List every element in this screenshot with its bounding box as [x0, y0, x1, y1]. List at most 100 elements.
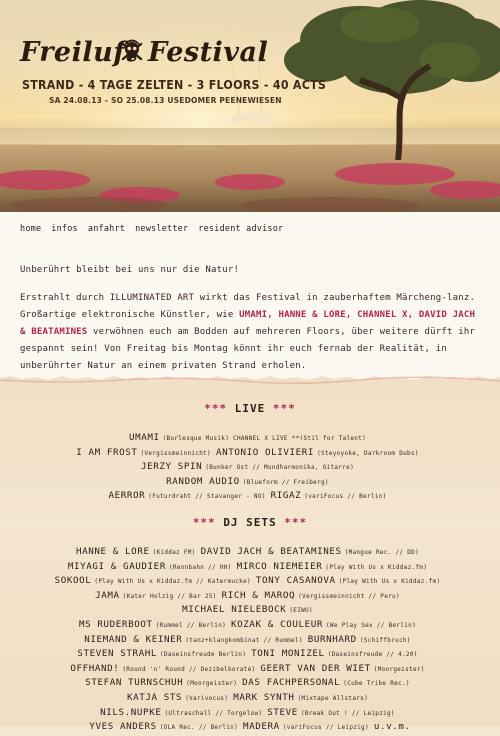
nav-newsletter[interactable]: newsletter: [135, 224, 188, 234]
artist-name: MICHAEL NIELEBOCK: [182, 604, 287, 616]
artist-name: STEVE: [267, 706, 298, 718]
artist-label-note: (Mangue Rec. // DD): [344, 549, 419, 556]
lineup-row: NILS.NUPKE (Ultraschall // Torgelow) STEVE…: [0, 703, 500, 718]
artist-name: SOKOOL: [54, 575, 92, 587]
artist-label-note: (Varivocus): [185, 694, 229, 702]
artist-name: MADERA: [243, 721, 280, 733]
lineup-row: NIEMAND & KEINER (tanz+klangkombinat // R…: [0, 630, 500, 645]
artist-label-note: (Play With Us x Kiddaz.fm): [338, 578, 441, 586]
artist-name: MS RUDERBOOT: [79, 618, 153, 630]
content-paper: home infos anfahrt newsletter resident a…: [0, 212, 500, 377]
artist-label-note: (Cube Tribe Rec.): [343, 680, 410, 688]
artist-name: u.v.m.: [373, 721, 411, 733]
artist-label-note: (Play With Us x Kiddaz.fm): [325, 563, 428, 571]
artist-label-note: (Burlesque Musik) CHANNEL X LIVE **(Stil…: [162, 435, 367, 442]
artist-name: MIRCO NIEMEIER: [236, 560, 323, 572]
artist-name: RICH & MAROQ: [221, 589, 296, 601]
artist-name: YVES ANDERS: [89, 721, 157, 733]
artist-label-note: (Futurdraht // Stavanger - NO): [148, 493, 266, 501]
artist-label-note: (Vergissmeinnicht): [140, 449, 211, 457]
intro-headline: Unberührt bleibt bei uns nur die Natur!: [20, 265, 240, 275]
artist-name: MARK SYNTH: [233, 691, 295, 703]
artist-label-note: (Play With Us x Kiddaz.fm // Katermucke): [94, 578, 251, 586]
artist-name: TONI MONIZEL: [251, 648, 325, 660]
artist-label-note: (EIWO): [289, 607, 313, 615]
artist-label-note: (Round 'n' Round // Dezibelkoraté): [122, 665, 256, 673]
nav-anfahrt[interactable]: anfahrt: [88, 224, 125, 234]
lineup-row: STEFAN TURNSCHUH (Moorgeister) DAS FACHPER…: [0, 673, 500, 688]
artist-name: ANTONIO OLIVIERI: [215, 446, 315, 458]
djsets-heading: *** DJ SETS ***: [192, 516, 308, 529]
nav-infos[interactable]: infos: [51, 224, 78, 234]
artist-label-note: (Blueform // Freiberg): [242, 478, 329, 486]
lineup-row: AERROR (Futurdraht // Stavanger - NO) RIGA…: [0, 486, 500, 501]
torn-paper-edge: [0, 372, 500, 386]
artist-name: STEFAN TURNSCHUH: [85, 677, 184, 689]
artist-label-note: (We Play Sex // Berlin): [326, 621, 416, 629]
artist-name: DAVID JACH & BEATAMINES: [200, 546, 342, 557]
artist-name: OFFHAND!: [70, 662, 120, 674]
lineup-row: I AM FROST (Vergissmeinnicht) ANTONIO OLIV…: [0, 443, 500, 458]
artist-label-note: (Daseinsfreude Berlin): [160, 651, 247, 659]
artist-label-note: (Moorgeister): [373, 665, 425, 673]
artist-label-note: (OLA Rec. // Berlin): [159, 724, 239, 732]
lineup-row: OFFHAND! (Round 'n' Round // Dezibelkorat…: [0, 659, 500, 674]
artist-name: UMAMI: [128, 432, 160, 443]
tagline: STRAND - 4 TAGE ZELTEN - 3 FLOORS - 40 A…: [22, 78, 327, 92]
swing-illustration: [221, 0, 272, 126]
lineup-row: MICHAEL NIELEBOCK (EIWO): [0, 600, 500, 615]
skull-crossbones-icon: [121, 39, 143, 61]
artist-label-note: (Moorgeister): [186, 680, 238, 688]
artist-label-note: (Rennbahn // HH): [168, 563, 232, 571]
artist-name: MIYAGI & GAUDIER: [67, 560, 166, 572]
lineup-row: KATJA STS (Varivocus) MARK SYNTH (Mixtape A…: [0, 688, 500, 703]
artist-label-note: (Vergissmeinnicht // Peru): [298, 592, 400, 600]
artist-label-note: (Schiffbruch): [359, 636, 411, 644]
lineup-row: YVES ANDERS (OLA Rec. // Berlin) MADERA (va…: [0, 717, 500, 732]
artist-label-note: (Ultraschall // Torgelow): [164, 709, 263, 717]
artist-name: TONY CASANOVA: [255, 575, 336, 587]
lineup-row: MS RUDERBOOT (Rummel // Berlin) KOZAK & CO…: [0, 615, 500, 630]
lineup-row: MIYAGI & GAUDIER (Rennbahn // HH) MIRCO NI…: [0, 557, 500, 572]
live-list: UMAMI (Burlesque Musik) CHANNEL X LIVE **…: [0, 428, 500, 501]
artist-name: JAMA: [95, 589, 120, 601]
nav-resident-advisor[interactable]: resident advisor: [198, 224, 283, 234]
artist-label-note: (Kater Holzig // Bar 25): [122, 592, 217, 600]
artist-name: NILS.NUPKE: [100, 706, 162, 718]
lineup-row: STEVEN STRAHL (Daseinsfreude Berlin) TONI …: [0, 644, 500, 659]
lineup-section: *** LIVE *** UMAMI (Burlesque Musik) CHAN…: [0, 386, 500, 732]
event-dates: SA 24.08.13 - SO 25.08.13 USEDOMER PEENE…: [49, 96, 282, 105]
intro-paragraph: Erstrahlt durch ILLUMINATED ART wirkt da…: [20, 290, 484, 375]
lineup-row: HANNE & LORE (Kiddaz FM) DAVID JACH & BEAT…: [0, 542, 500, 557]
artist-label-note: (Daseinsfreude // 4.20): [327, 651, 418, 659]
artist-name: RIGAZ: [270, 490, 302, 502]
artist-name: DAS FACHPERSONAL: [242, 677, 341, 689]
lineup-row: JERZY SPIN (Bunker Ost // Mundharmonika, …: [0, 457, 500, 472]
logo-word-festival: Festival: [148, 37, 269, 68]
lineup-row: SOKOOL (Play With Us x Kiddaz.fm // Kater…: [0, 571, 500, 586]
main-nav: home infos anfahrt newsletter resident a…: [20, 224, 293, 234]
festival-logo[interactable]: Freiluft Festival: [20, 37, 268, 69]
live-heading: *** LIVE ***: [204, 402, 296, 415]
artist-label-note: (variFocus // Berlin): [304, 493, 387, 501]
artist-label-note: (Bunker Ost // Mundharmonika, Gitarre): [205, 464, 354, 472]
lineup-row: JAMA (Kater Holzig // Bar 25) RICH & MAROQ…: [0, 586, 500, 601]
artist-name: JERZY SPIN: [141, 461, 203, 473]
artist-name: GEERT VAN DER WIET: [260, 662, 371, 674]
artist-label-note: (Kiddaz FM): [152, 549, 196, 556]
djsets-list: HANNE & LORE (Kiddaz FM) DAVID JACH & BEAT…: [0, 542, 500, 732]
artist-name: HANNE & LORE: [76, 546, 150, 557]
artist-name: AERROR: [108, 490, 146, 502]
artist-label-note: (Mixtape Allstars): [297, 694, 368, 702]
artist-name: STEVEN STRAHL: [77, 648, 158, 660]
artist-label-note: (Steyoyoke, Darkroom Dubs): [317, 449, 419, 457]
artist-name: RANDOM AUDIO: [166, 475, 240, 487]
lineup-row: UMAMI (Burlesque Musik) CHANNEL X LIVE **…: [0, 428, 500, 443]
artist-name: NIEMAND & KEINER: [84, 633, 183, 645]
artist-label-note: (variFocus // Leipzig): [282, 724, 369, 732]
header-banner: Freiluft Festival STRAND - 4 TAGE ZELTEN…: [0, 0, 500, 212]
nav-home[interactable]: home: [20, 224, 41, 234]
intro-text-b: verwöhnen euch am Bodden auf mehreren Fl…: [20, 327, 476, 371]
artist-label-note: (tanz+klangkombinat // Rummel): [185, 636, 303, 644]
artist-name: BURNHARD: [307, 633, 357, 645]
